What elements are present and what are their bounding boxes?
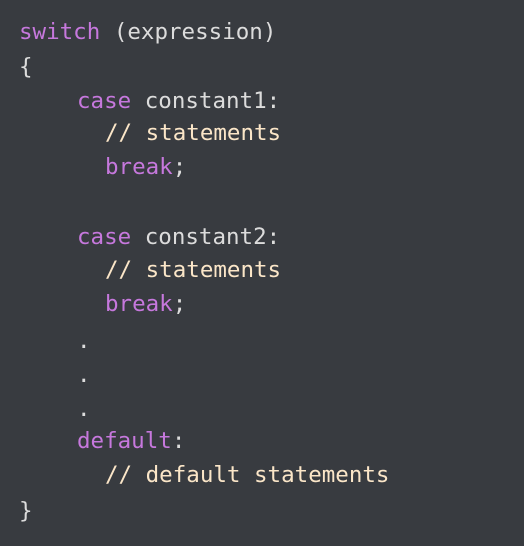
case1-keyword: case xyxy=(77,88,132,114)
open-brace: { xyxy=(19,54,33,80)
code-line-open-brace: { xyxy=(19,52,33,82)
default-keyword: default xyxy=(77,428,172,454)
code-line-case2-break: break; xyxy=(19,289,186,319)
code-line-case2-comment: // statements xyxy=(19,255,281,285)
case1-break-keyword: break xyxy=(105,154,173,180)
default-colon: : xyxy=(171,428,186,454)
close-brace: } xyxy=(19,498,33,524)
switch-keyword: switch xyxy=(19,19,101,45)
case1-comment: // statements xyxy=(105,120,282,146)
code-line-default-comment: // default statements xyxy=(19,460,389,490)
code-line-close-brace: } xyxy=(19,496,33,526)
case1-constant: constant1: xyxy=(131,88,281,114)
code-line-case2: case constant2: xyxy=(19,222,280,252)
code-line-case1-comment: // statements xyxy=(19,118,281,148)
case2-break-keyword: break xyxy=(105,291,173,317)
code-line-ellipsis-1: . xyxy=(19,326,91,356)
ellipsis-dot-2: . xyxy=(77,362,91,388)
ellipsis-dot-3: . xyxy=(77,396,91,422)
code-line-switch: switch (expression) xyxy=(19,17,276,47)
code-line-default: default: xyxy=(19,426,185,456)
case1-break-semicolon: ; xyxy=(172,154,187,180)
switch-expression: (expression) xyxy=(100,19,277,45)
ellipsis-dot-1: . xyxy=(77,328,91,354)
case2-keyword: case xyxy=(77,224,132,250)
case2-comment: // statements xyxy=(105,257,282,283)
code-line-case1: case constant1: xyxy=(19,86,280,116)
code-block: switch (expression) { case constant1: //… xyxy=(0,0,524,546)
code-line-ellipsis-3: . xyxy=(19,394,91,424)
code-line-ellipsis-2: . xyxy=(19,360,91,390)
case2-break-semicolon: ; xyxy=(172,291,187,317)
default-comment: // default statements xyxy=(105,462,390,488)
case2-constant: constant2: xyxy=(131,224,281,250)
code-line-case1-break: break; xyxy=(19,152,186,182)
